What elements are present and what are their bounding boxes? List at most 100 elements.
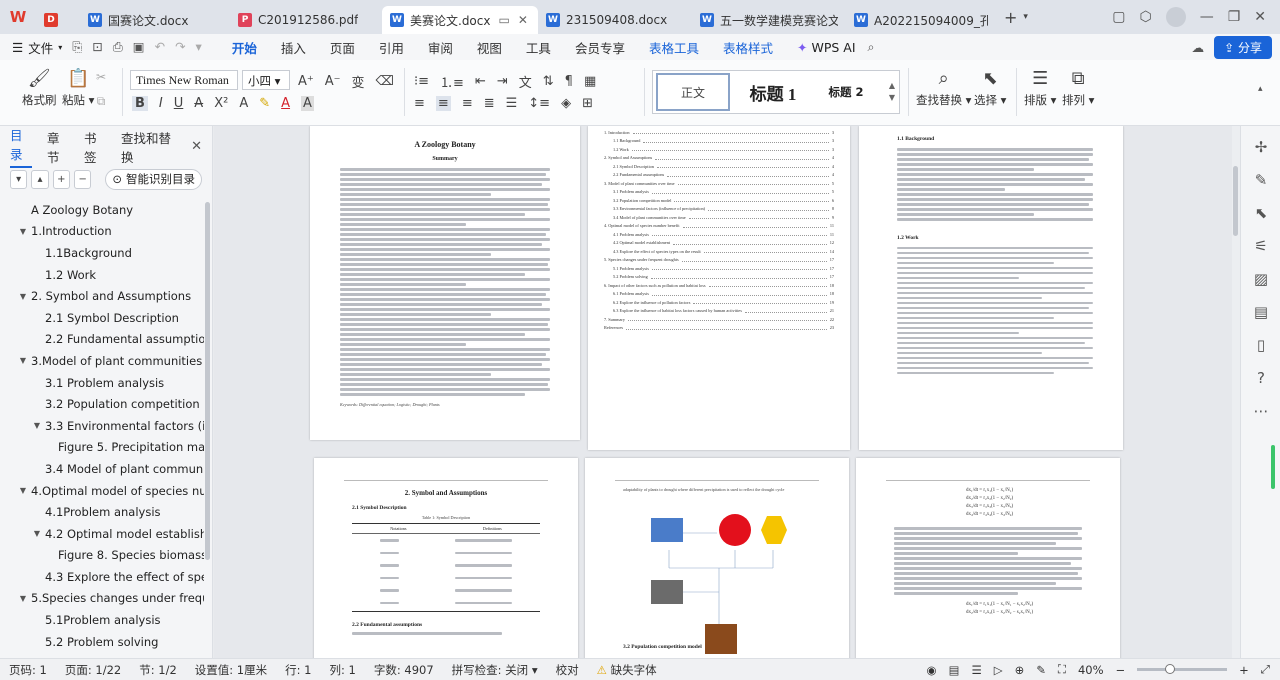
document-toc-line[interactable]: 4.1 Problem analysis 11 bbox=[604, 230, 834, 239]
play-icon[interactable]: ▷ bbox=[994, 663, 1003, 677]
status-setting[interactable]: 设置值: 1厘米 bbox=[186, 662, 276, 678]
align-right-icon[interactable]: ≡ bbox=[462, 96, 473, 111]
highlight-icon[interactable]: ✎ bbox=[259, 96, 270, 111]
document-toc-line[interactable]: 5.1 Problem analysis 17 bbox=[604, 264, 834, 273]
expand-arrow-icon[interactable]: ▼ bbox=[18, 292, 28, 301]
document-toc-line[interactable]: 3.3 Environmental factors (influence of … bbox=[604, 205, 834, 214]
line-spacing-icon[interactable]: ↕≡ bbox=[528, 96, 550, 111]
expand-arrow-icon[interactable]: ▼ bbox=[18, 356, 28, 365]
toc-item[interactable]: 3.4 Model of plant communit… bbox=[0, 458, 204, 480]
print-preview-icon[interactable]: ▣ bbox=[133, 39, 145, 55]
zoom-slider[interactable] bbox=[1137, 664, 1228, 674]
share-button[interactable]: ⇪ 分享 bbox=[1214, 35, 1272, 59]
nav-tab-bookmarks[interactable]: 书签 bbox=[84, 128, 106, 166]
document-toc-line[interactable]: 3.4 Model of plant communities over time… bbox=[604, 213, 834, 222]
toc-item[interactable]: Figure 8. Species biomass … bbox=[0, 545, 204, 567]
decrease-indent-icon[interactable]: ⇤ bbox=[475, 74, 486, 89]
export-pdf-icon[interactable]: ⊡ bbox=[92, 39, 102, 55]
text-effect-icon[interactable]: A bbox=[239, 96, 248, 111]
bold-icon[interactable]: B bbox=[132, 96, 148, 111]
format-painter-button[interactable]: 🖌 格式刷 bbox=[22, 66, 57, 108]
toc-item[interactable]: ▼4.Optimal model of species num… bbox=[0, 480, 204, 502]
document-toc-line[interactable]: 1. Introduction 3 bbox=[604, 128, 834, 137]
image-edit-icon[interactable]: ▨ bbox=[1241, 262, 1280, 295]
edit-pen-icon[interactable]: ✎ bbox=[1241, 163, 1280, 196]
document-toc-line[interactable]: 6.3 Explore the influence of habitat los… bbox=[604, 307, 834, 316]
paste-button[interactable]: 📋 粘贴 ▾ bbox=[62, 66, 94, 108]
document-scrollbar[interactable] bbox=[1232, 126, 1240, 658]
expand-arrow-icon[interactable]: ▼ bbox=[18, 227, 28, 236]
window-layout-icon[interactable]: ▢ bbox=[1112, 9, 1125, 25]
page-2[interactable]: 1. Introduction 3 1.1 Background 3 1.2 Work 3… bbox=[588, 126, 850, 450]
redo-icon[interactable]: ↷ bbox=[175, 39, 185, 55]
document-toc-line[interactable]: 5.2 Problem solving 17 bbox=[604, 273, 834, 282]
strikethrough-icon[interactable]: A bbox=[194, 96, 203, 111]
scrollbar-thumb[interactable] bbox=[1233, 166, 1238, 236]
show-marks-icon[interactable]: ¶ bbox=[565, 74, 573, 89]
help-icon[interactable]: ? bbox=[1241, 361, 1280, 394]
status-page-count[interactable]: 页面: 1/22 bbox=[56, 662, 130, 678]
tab-menu-chevron-icon[interactable]: ▾ bbox=[1023, 12, 1028, 22]
status-page-number[interactable]: 页码: 1 bbox=[0, 662, 56, 678]
toc-item[interactable]: Figure 5. Precipitation ma… bbox=[0, 437, 204, 459]
print-icon[interactable]: ⎙ bbox=[113, 39, 123, 55]
smart-toc-button[interactable]: ⊙ 智能识别目录 bbox=[105, 168, 203, 190]
book-icon[interactable]: ▯ bbox=[1241, 328, 1280, 361]
toc-item[interactable]: 2.2 Fundamental assumption… bbox=[0, 329, 204, 351]
quick-access-chevron-icon[interactable]: ▾ bbox=[196, 39, 202, 55]
document-toc-line[interactable]: 2.2 Fundamental assumptions 4 bbox=[604, 171, 834, 180]
italic-icon[interactable]: I bbox=[159, 96, 163, 111]
table-row[interactable] bbox=[352, 597, 540, 610]
avatar[interactable] bbox=[1165, 7, 1186, 27]
fullscreen-icon[interactable]: ⤢ bbox=[1261, 662, 1270, 677]
document-tab[interactable]: W 231509408.docx bbox=[538, 6, 692, 34]
status-spell-check[interactable]: 拼写检查: 关闭 ▾ bbox=[443, 662, 547, 678]
wps-ai-button[interactable]: ✦ WPS AI bbox=[785, 40, 868, 55]
pen-mode-icon[interactable]: ✎ bbox=[1036, 663, 1046, 677]
cube-icon[interactable]: ⬡ bbox=[1139, 9, 1151, 25]
menu-home[interactable]: 开始 bbox=[220, 38, 269, 62]
page-5[interactable]: adaptability of plants to drought where … bbox=[585, 458, 849, 658]
toc-item[interactable]: ▼5.Species changes under freque… bbox=[0, 588, 204, 610]
adjust-sliders-icon[interactable]: ⚟ bbox=[1241, 229, 1280, 262]
document-tab[interactable]: W 五一数学建模竞赛论文模板 bbox=[692, 6, 846, 34]
more-icon[interactable]: ⋯ bbox=[1241, 394, 1280, 427]
arrange-button[interactable]: ⧉ 排列 ▾ bbox=[1062, 66, 1094, 108]
select-cursor-icon[interactable]: ⬉ bbox=[1241, 196, 1280, 229]
menu-table-style[interactable]: 表格样式 bbox=[711, 38, 785, 57]
cut-icon[interactable]: ✂ bbox=[96, 70, 106, 84]
wps-logo-icon[interactable]: W bbox=[0, 0, 36, 34]
toc-item[interactable]: 4.1Problem analysis bbox=[0, 501, 204, 523]
nav-tab-find-replace[interactable]: 查找和替换 bbox=[121, 128, 176, 166]
document-toc-line[interactable]: 3.2 Population competition model 6 bbox=[604, 196, 834, 205]
phonetic-guide-icon[interactable]: 变 bbox=[352, 72, 365, 91]
table-row[interactable] bbox=[352, 559, 540, 572]
status-row[interactable]: 行: 1 bbox=[276, 662, 320, 678]
zoom-out-icon[interactable]: − bbox=[1116, 663, 1126, 677]
close-window-icon[interactable]: ✕ bbox=[1254, 9, 1266, 25]
search-icon[interactable]: ⌕ bbox=[868, 39, 875, 55]
document-toc-line[interactable]: 5. Species changes under frequent drough… bbox=[604, 256, 834, 265]
layout-panel-icon[interactable]: ▤ bbox=[1241, 295, 1280, 328]
table-row[interactable] bbox=[352, 547, 540, 560]
document-tab[interactable]: P C201912586.pdf bbox=[230, 6, 382, 34]
menu-page[interactable]: 页面 bbox=[318, 38, 367, 57]
home-tab[interactable]: D bbox=[36, 6, 80, 34]
align-center-icon[interactable]: ≡ bbox=[435, 96, 451, 111]
document-toc-line[interactable]: 1.2 Work 3 bbox=[604, 145, 834, 154]
toc-item[interactable]: 1.2 Work bbox=[0, 264, 204, 286]
menu-view[interactable]: 视图 bbox=[465, 38, 514, 57]
eye-protect-icon[interactable]: ◉ bbox=[927, 663, 937, 677]
toc-item[interactable]: 5.1Problem analysis bbox=[0, 609, 204, 631]
document-toc-line[interactable]: 4.2 Optimal model establishment 12 bbox=[604, 239, 834, 248]
status-column[interactable]: 列: 1 bbox=[320, 662, 364, 678]
file-menu[interactable]: ☰ 文件 ▾ bbox=[0, 38, 72, 57]
underline-icon[interactable]: U bbox=[174, 96, 184, 111]
expand-arrow-icon[interactable]: ▼ bbox=[32, 421, 42, 430]
new-tab-button[interactable]: + bbox=[1004, 8, 1017, 27]
font-color-icon[interactable]: A bbox=[281, 96, 290, 111]
grow-font-icon[interactable]: A⁺ bbox=[298, 74, 314, 89]
document-toc-line[interactable]: 4. Optimal model of species number benef… bbox=[604, 222, 834, 231]
clear-format-icon[interactable]: ⌫ bbox=[376, 74, 394, 89]
style-gallery-scroll-icon[interactable]: ▲ ▼ bbox=[889, 80, 895, 104]
